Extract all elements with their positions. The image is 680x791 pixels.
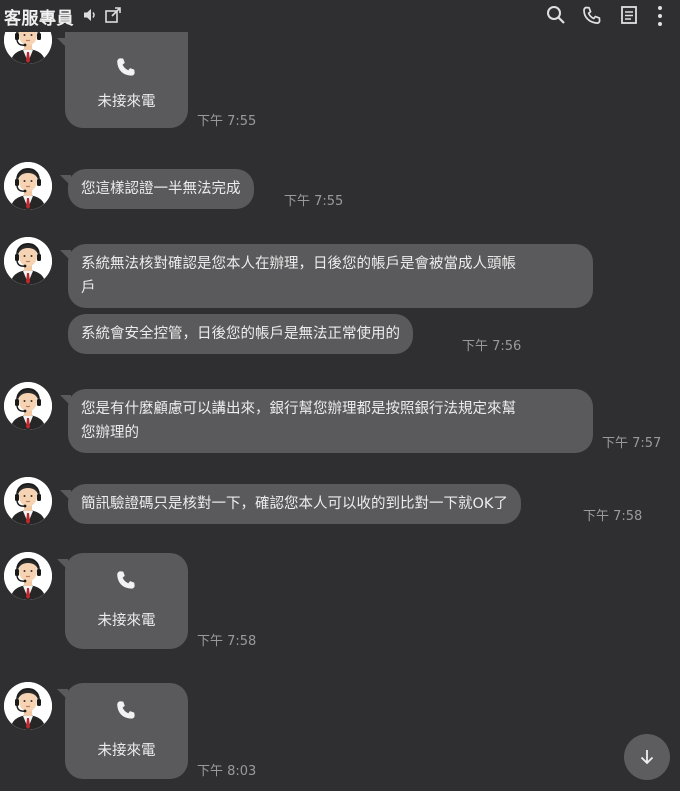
missed-call-bubble[interactable]: 未接來電 <box>57 553 188 649</box>
message-time: 下午 7:55 <box>197 114 257 129</box>
message-bubble[interactable]: 系統會安全控管，日後您的帳戶是無法正常使用的 <box>68 314 413 354</box>
agent-avatar-icon <box>4 162 52 210</box>
avatar[interactable] <box>4 552 52 600</box>
message-text: 系統無法核對確認是您本人在辦理，日後您的帳戶是會被當成人頭帳 <box>81 256 516 272</box>
message-list[interactable]: 未接來電 下午 7:55 您這樣認證一半無法完成 下午 7:55 系統無法核對確… <box>0 32 680 791</box>
avatar[interactable] <box>4 682 52 730</box>
missed-call-bubble[interactable]: 未接來電 <box>57 683 188 779</box>
message-time: 下午 7:57 <box>602 436 662 451</box>
message-time: 下午 7:56 <box>462 339 522 354</box>
missed-call-bubble[interactable]: 未接來電 <box>57 32 188 128</box>
message-bubble[interactable]: 您這樣認證一半無法完成 <box>60 169 254 209</box>
phone-icon <box>117 701 135 719</box>
notes-icon[interactable] <box>620 5 638 25</box>
message-time: 下午 7:58 <box>583 509 643 524</box>
agent-avatar-icon <box>4 237 52 285</box>
message-bubble[interactable]: 您是有什麼顧慮可以講出來，銀行幫您辦理都是按照銀行法規定來幫 您辦理的 <box>60 389 593 453</box>
message-time: 下午 7:58 <box>197 634 257 649</box>
missed-call-label: 未接來電 <box>97 743 156 759</box>
phone-icon <box>117 58 135 76</box>
message-bubble[interactable]: 系統無法核對確認是您本人在辦理，日後您的帳戶是會被當成人頭帳 戶 <box>60 244 593 308</box>
phone-icon <box>117 571 135 589</box>
message-text: 您是有什麼顧慮可以講出來，銀行幫您辦理都是按照銀行法規定來幫 <box>81 401 516 417</box>
phone-icon[interactable] <box>582 5 602 25</box>
avatar[interactable] <box>4 162 52 210</box>
search-icon[interactable] <box>546 5 566 25</box>
missed-call-label: 未接來電 <box>97 94 156 110</box>
more-icon[interactable] <box>655 5 665 27</box>
avatar[interactable] <box>4 477 52 525</box>
message-text: 系統會安全控管，日後您的帳戶是無法正常使用的 <box>81 326 400 342</box>
chat-header: 客服專員 <box>0 0 680 32</box>
agent-avatar-icon <box>4 32 52 64</box>
scroll-to-bottom-button[interactable] <box>624 734 670 780</box>
arrow-down-icon <box>640 750 654 765</box>
avatar[interactable] <box>4 32 52 64</box>
agent-avatar-icon <box>4 477 52 525</box>
agent-avatar-icon <box>4 552 52 600</box>
chat-title: 客服專員 <box>4 9 74 29</box>
message-bubble[interactable]: 簡訊驗證碼只是核對一下，確認您本人可以收的到比對一下就OK了 <box>60 484 521 524</box>
avatar[interactable] <box>4 237 52 285</box>
message-text: 您這樣認證一半無法完成 <box>81 181 241 197</box>
message-text: 戶 <box>81 280 96 296</box>
message-time: 下午 8:03 <box>197 764 257 779</box>
message-text: 簡訊驗證碼只是核對一下，確認您本人可以收的到比對一下就OK了 <box>81 496 508 512</box>
agent-avatar-icon <box>4 382 52 430</box>
avatar[interactable] <box>4 382 52 430</box>
message-time: 下午 7:55 <box>284 194 344 209</box>
message-text: 您辦理的 <box>81 425 139 441</box>
external-link-icon[interactable] <box>104 6 122 24</box>
speaker-muted-icon[interactable] <box>82 7 98 23</box>
missed-call-label: 未接來電 <box>97 613 156 629</box>
agent-avatar-icon <box>4 682 52 730</box>
